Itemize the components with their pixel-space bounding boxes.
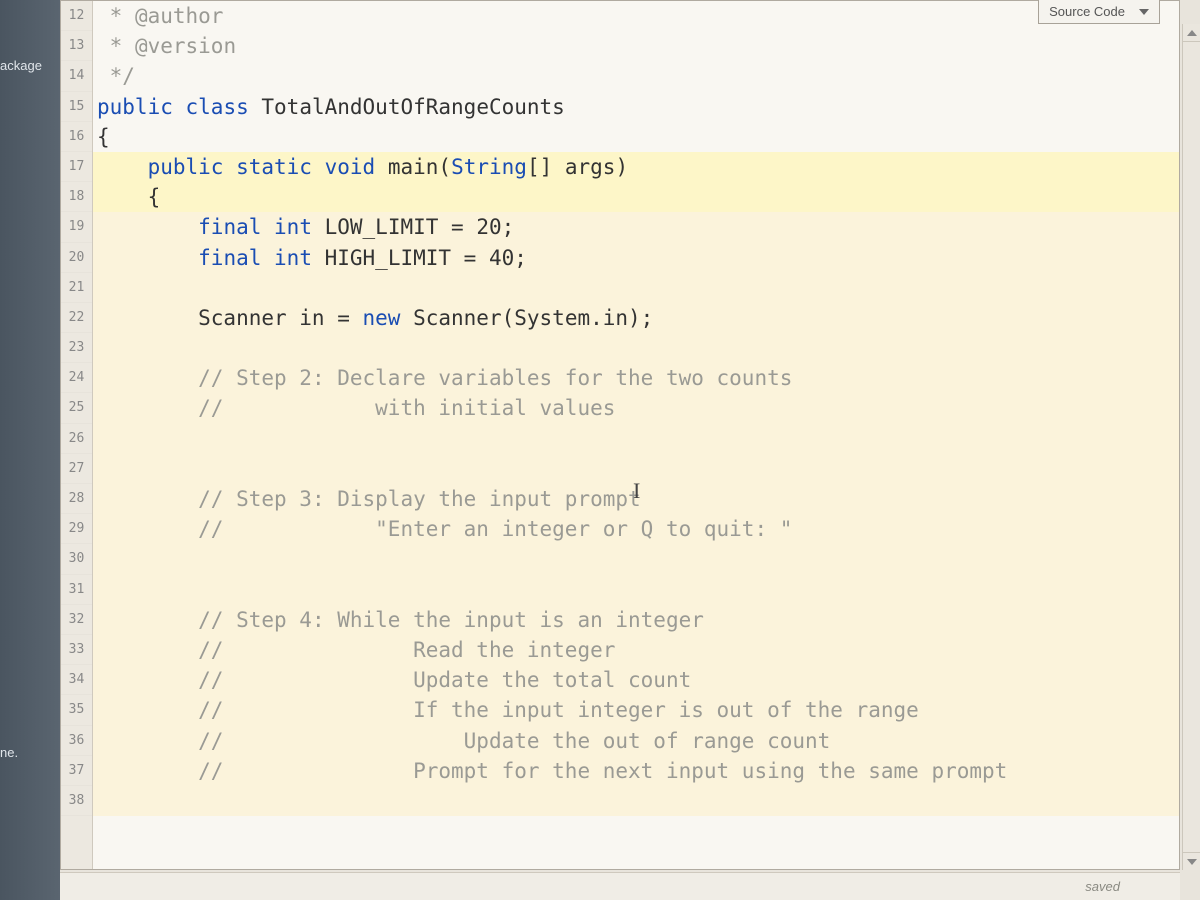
- chevron-down-icon: [1139, 9, 1149, 15]
- code-line[interactable]: // Update the out of range count: [93, 726, 1179, 756]
- line-number: 28: [61, 484, 92, 514]
- code-line[interactable]: * @author: [93, 1, 1179, 31]
- scroll-down-button[interactable]: [1183, 852, 1200, 870]
- code-line[interactable]: */: [93, 61, 1179, 91]
- code-line[interactable]: [93, 786, 1179, 816]
- vertical-scrollbar[interactable]: [1182, 24, 1200, 870]
- scroll-up-button[interactable]: [1183, 24, 1200, 42]
- line-number: 27: [61, 454, 92, 484]
- window-left-edge: [0, 0, 60, 900]
- code-line[interactable]: // Prompt for the next input using the s…: [93, 756, 1179, 786]
- left-truncated-label-1: ackage: [0, 58, 42, 73]
- line-number: 21: [61, 273, 92, 303]
- code-lines[interactable]: I * @author * @version */public class To…: [93, 1, 1179, 869]
- code-line[interactable]: public class TotalAndOutOfRangeCounts: [93, 92, 1179, 122]
- code-line[interactable]: [93, 333, 1179, 363]
- code-line[interactable]: // with initial values: [93, 393, 1179, 423]
- line-number: 14: [61, 61, 92, 91]
- line-number: 12: [61, 1, 92, 31]
- line-number: 38: [61, 786, 92, 816]
- code-line[interactable]: final int LOW_LIMIT = 20;: [93, 212, 1179, 242]
- code-line[interactable]: {: [93, 122, 1179, 152]
- line-number: 36: [61, 726, 92, 756]
- line-number: 31: [61, 575, 92, 605]
- line-number: 33: [61, 635, 92, 665]
- line-number: 23: [61, 333, 92, 363]
- line-number: 13: [61, 31, 92, 61]
- line-number: 20: [61, 243, 92, 273]
- code-line[interactable]: // "Enter an integer or Q to quit: ": [93, 514, 1179, 544]
- line-number: 24: [61, 363, 92, 393]
- status-bar: saved: [60, 872, 1180, 900]
- line-number: 34: [61, 665, 92, 695]
- line-number: 30: [61, 544, 92, 574]
- code-line[interactable]: final int HIGH_LIMIT = 40;: [93, 243, 1179, 273]
- text-cursor-icon: I: [633, 478, 640, 504]
- line-number: 29: [61, 514, 92, 544]
- source-code-dropdown[interactable]: Source Code: [1038, 0, 1160, 24]
- code-line[interactable]: public static void main(String[] args): [93, 152, 1179, 182]
- code-line[interactable]: // If the input integer is out of the ra…: [93, 695, 1179, 725]
- line-number: 26: [61, 424, 92, 454]
- line-number: 15: [61, 92, 92, 122]
- line-number: 19: [61, 212, 92, 242]
- left-truncated-label-2: ne.: [0, 745, 18, 760]
- code-line[interactable]: [93, 575, 1179, 605]
- code-area[interactable]: 1213141516171819202122232425262728293031…: [61, 1, 1179, 869]
- line-number: 37: [61, 756, 92, 786]
- chevron-down-icon: [1187, 859, 1197, 865]
- code-line[interactable]: [93, 544, 1179, 574]
- code-line[interactable]: Scanner in = new Scanner(System.in);: [93, 303, 1179, 333]
- code-line[interactable]: // Step 2: Declare variables for the two…: [93, 363, 1179, 393]
- line-number: 22: [61, 303, 92, 333]
- code-line[interactable]: // Step 4: While the input is an integer: [93, 605, 1179, 635]
- chevron-up-icon: [1187, 30, 1197, 36]
- line-number: 32: [61, 605, 92, 635]
- line-number: 35: [61, 695, 92, 725]
- dropdown-label: Source Code: [1049, 4, 1125, 19]
- line-number: 16: [61, 122, 92, 152]
- code-line[interactable]: [93, 424, 1179, 454]
- code-editor-panel: 1213141516171819202122232425262728293031…: [60, 0, 1180, 870]
- code-line[interactable]: // Update the total count: [93, 665, 1179, 695]
- code-line[interactable]: // Read the integer: [93, 635, 1179, 665]
- code-line[interactable]: {: [93, 182, 1179, 212]
- line-number: 25: [61, 393, 92, 423]
- status-text: saved: [1085, 879, 1120, 894]
- line-number-gutter: 1213141516171819202122232425262728293031…: [61, 1, 93, 869]
- code-line[interactable]: [93, 273, 1179, 303]
- line-number: 18: [61, 182, 92, 212]
- code-line[interactable]: * @version: [93, 31, 1179, 61]
- line-number: 17: [61, 152, 92, 182]
